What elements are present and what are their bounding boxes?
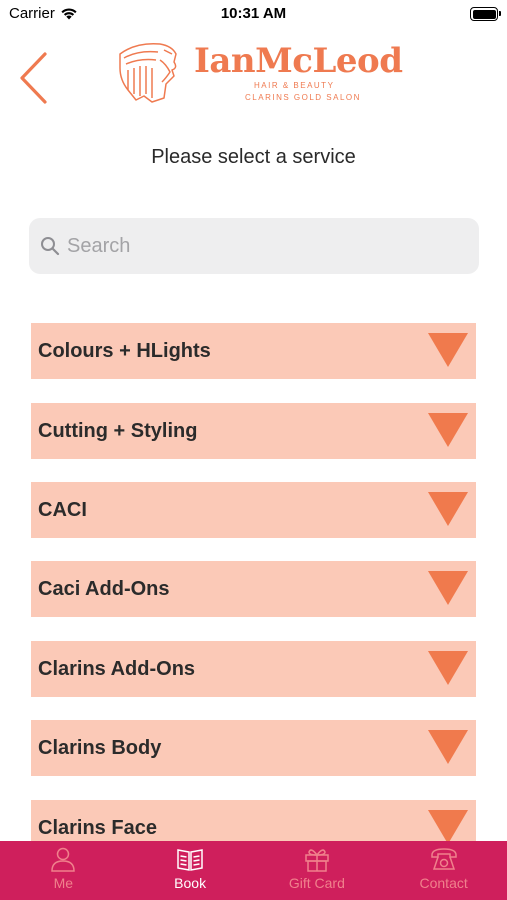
logo-name: IanMcLeod [194, 41, 403, 81]
battery-icon [470, 7, 501, 21]
tab-label: Gift Card [288, 875, 345, 891]
phone-icon [430, 848, 457, 870]
chevron-down-icon [428, 810, 468, 841]
chevron-down-icon [428, 730, 468, 764]
gift-icon [305, 849, 329, 872]
tab-label: Contact [419, 875, 468, 891]
tab-gift-card[interactable]: Gift Card [254, 841, 381, 900]
tab-book[interactable]: Book [127, 841, 254, 900]
search-icon [41, 237, 60, 256]
chevron-down-icon [428, 651, 468, 685]
tab-bar: Me Book Gift Card Contact [0, 841, 507, 900]
search-input[interactable] [67, 234, 447, 258]
service-row-clarins-add-ons[interactable]: Clarins Add-Ons [31, 641, 476, 697]
service-label: Clarins Body [38, 737, 162, 759]
service-label: Clarins Face [38, 817, 157, 839]
salon-logo: IanMcLeod HAIR & BEAUTY CLARINS GOLD SAL… [114, 40, 403, 108]
service-row-colours-hlights[interactable]: Colours + HLights [31, 323, 476, 379]
service-row-clarins-face[interactable]: Clarins Face [31, 800, 476, 841]
page-title: Please select a service [151, 146, 356, 168]
search-bar[interactable] [29, 218, 479, 274]
chevron-down-icon [428, 413, 468, 447]
person-icon [51, 847, 76, 872]
logo-emblem-icon [119, 42, 177, 103]
tab-label: Me [53, 875, 74, 891]
service-label: Cutting + Styling [38, 420, 198, 442]
service-label: Colours + HLights [38, 340, 211, 362]
logo-tagline: CLARINS GOLD SALON [245, 93, 361, 102]
service-row-caci-add-ons[interactable]: Caci Add-Ons [31, 561, 476, 617]
tab-me[interactable]: Me [0, 841, 127, 900]
chevron-down-icon [428, 333, 468, 367]
service-label: CACI [38, 499, 87, 521]
chevron-left-icon [20, 52, 47, 104]
service-label: Clarins Add-Ons [38, 658, 196, 680]
chevron-down-icon [428, 571, 468, 605]
tab-label: Book [174, 875, 207, 891]
status-time: 10:31 AM [220, 5, 287, 22]
service-label: Caci Add-Ons [38, 578, 170, 600]
book-icon [177, 849, 203, 871]
status-bar: Carrier 10:31 AM [0, 0, 507, 30]
service-row-caci[interactable]: CACI [31, 482, 476, 538]
service-row-cutting-styling[interactable]: Cutting + Styling [31, 403, 476, 459]
back-button[interactable] [14, 50, 54, 106]
service-list[interactable]: Colours + HLights Cutting + Styling CACI… [0, 323, 507, 841]
chevron-down-icon [428, 492, 468, 526]
service-row-clarins-body[interactable]: Clarins Body [31, 720, 476, 776]
tab-contact[interactable]: Contact [380, 841, 507, 900]
logo-subtitle: HAIR & BEAUTY [254, 81, 335, 90]
